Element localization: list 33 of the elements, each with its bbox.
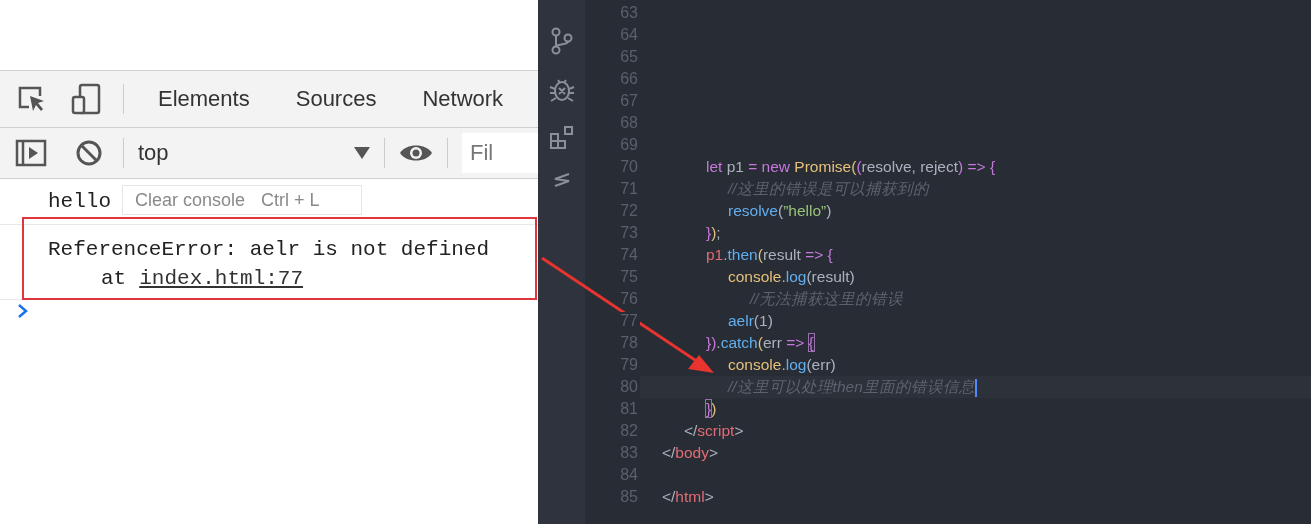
dropdown-icon[interactable] (354, 146, 370, 160)
devtools-tab[interactable]: Network (399, 71, 527, 127)
branch-icon[interactable] (550, 27, 573, 55)
code-line: }) (706, 399, 717, 419)
prompt-icon (18, 304, 28, 318)
block-icon[interactable] (75, 139, 103, 167)
code-line: p1.then(result => { (706, 245, 833, 265)
code-line: aelr(1) (728, 311, 773, 331)
stack-label: at (101, 266, 127, 292)
log-message: hello (48, 190, 111, 213)
code-line: </html> (662, 487, 714, 507)
code-line: </script> (684, 421, 744, 441)
context-selector[interactable]: top (138, 140, 345, 166)
error-message: ReferenceError: aelr is not defined (48, 237, 491, 263)
devtools-tab[interactable]: Elements (135, 71, 273, 127)
code-line: console.log(result) (728, 267, 855, 287)
code-line: console.log(err) (728, 355, 836, 375)
filter-field[interactable]: Fil (462, 133, 538, 173)
tooltip-shortcut: Ctrl + L (261, 189, 320, 211)
source-link[interactable]: index.html:77 (139, 264, 304, 293)
code-line: let p1 = new Promise((resolve, reject) => { (706, 157, 996, 177)
text-cursor (974, 378, 977, 397)
extensions-icon[interactable] (548, 125, 575, 151)
code-line: resolve(”hello”) (728, 201, 832, 221)
code-line: </body> (662, 443, 719, 463)
devtools-tab[interactable]: Sources (272, 71, 400, 127)
tooltip-label: Clear console (135, 189, 246, 211)
sidebar-toggle-icon[interactable] (15, 139, 47, 167)
code-line: //无法捕获这里的错误 (750, 289, 903, 309)
code-line: //这里的错误是可以捕获到的 (728, 179, 929, 199)
code-line: }); (706, 223, 721, 243)
code-line: }).catch(err => { (706, 333, 814, 353)
device-icon[interactable] (71, 83, 101, 115)
